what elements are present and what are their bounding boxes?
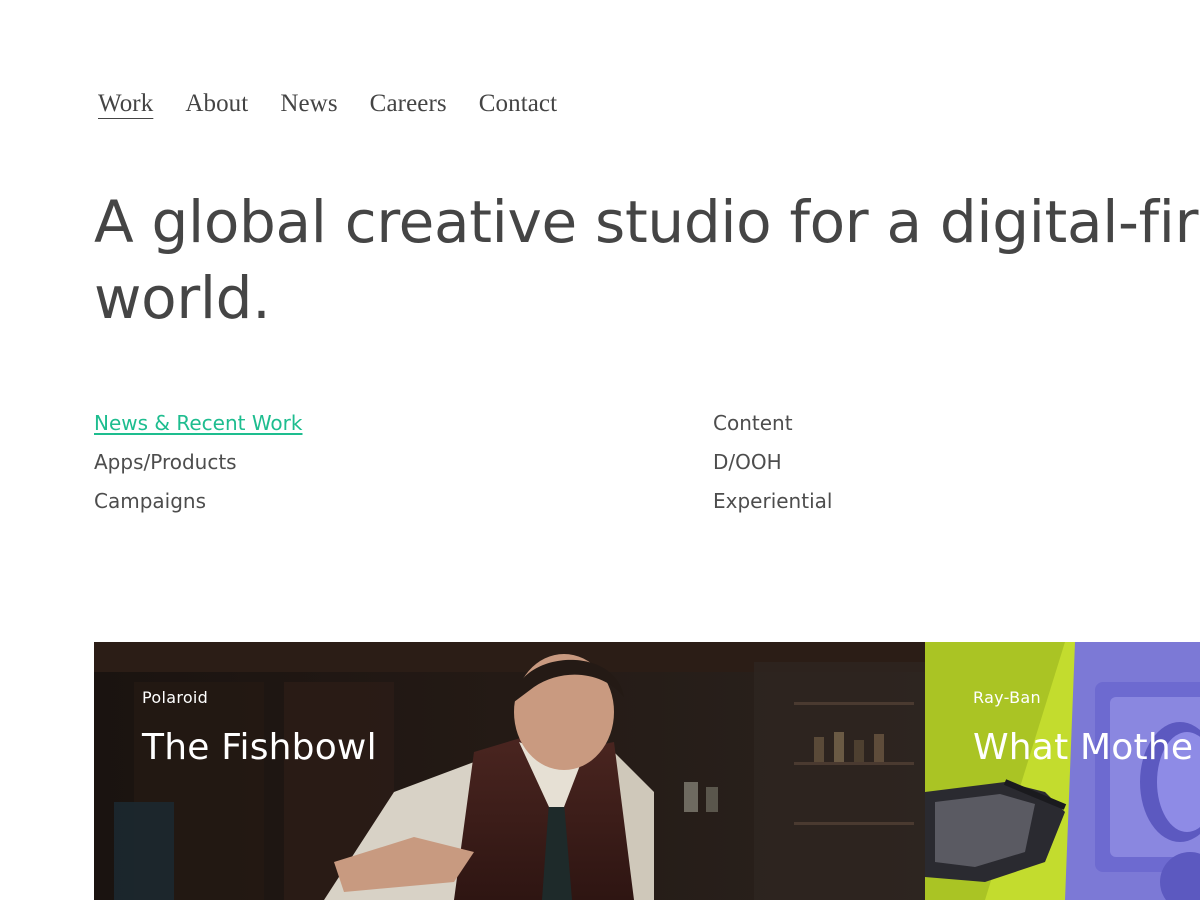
category-filters-left: News & Recent Work Apps/Products Campaig… bbox=[94, 404, 302, 521]
filter-dooh[interactable]: D/OOH bbox=[713, 443, 832, 482]
hero-headline: A global creative studio for a digital-f… bbox=[94, 188, 1200, 332]
category-filters-right: Content D/OOH Experiential bbox=[713, 404, 832, 521]
work-tiles: Polaroid The Fishbowl Ray-Ban What Mothe bbox=[94, 642, 1200, 900]
filter-experiential[interactable]: Experiential bbox=[713, 482, 832, 521]
work-tile-ray-ban[interactable]: Ray-Ban What Mothe bbox=[925, 642, 1200, 900]
tile-project-title: The Fishbowl bbox=[142, 727, 377, 768]
nav-item-work[interactable]: Work bbox=[98, 86, 153, 122]
tile-client-name: Polaroid bbox=[142, 688, 209, 707]
work-tile-polaroid[interactable]: Polaroid The Fishbowl bbox=[94, 642, 925, 900]
tile-image-bartender bbox=[94, 642, 925, 900]
nav-item-careers[interactable]: Careers bbox=[370, 86, 447, 122]
tile-caption: Polaroid The Fishbowl bbox=[142, 686, 377, 770]
filter-apps-products[interactable]: Apps/Products bbox=[94, 443, 302, 482]
nav-item-news[interactable]: News bbox=[280, 86, 337, 122]
filter-news-recent-work[interactable]: News & Recent Work bbox=[94, 404, 302, 443]
tile-project-title: What Mothe bbox=[973, 727, 1194, 768]
tile-caption: Ray-Ban What Mothe bbox=[973, 686, 1193, 770]
filter-campaigns[interactable]: Campaigns bbox=[94, 482, 302, 521]
main-nav: Work About News Careers Contact bbox=[98, 86, 589, 122]
tile-image-sunglasses bbox=[925, 642, 1200, 900]
nav-item-contact[interactable]: Contact bbox=[479, 86, 557, 122]
filter-content[interactable]: Content bbox=[713, 404, 832, 443]
nav-item-about[interactable]: About bbox=[185, 86, 248, 122]
tile-client-name: Ray-Ban bbox=[973, 688, 1041, 707]
